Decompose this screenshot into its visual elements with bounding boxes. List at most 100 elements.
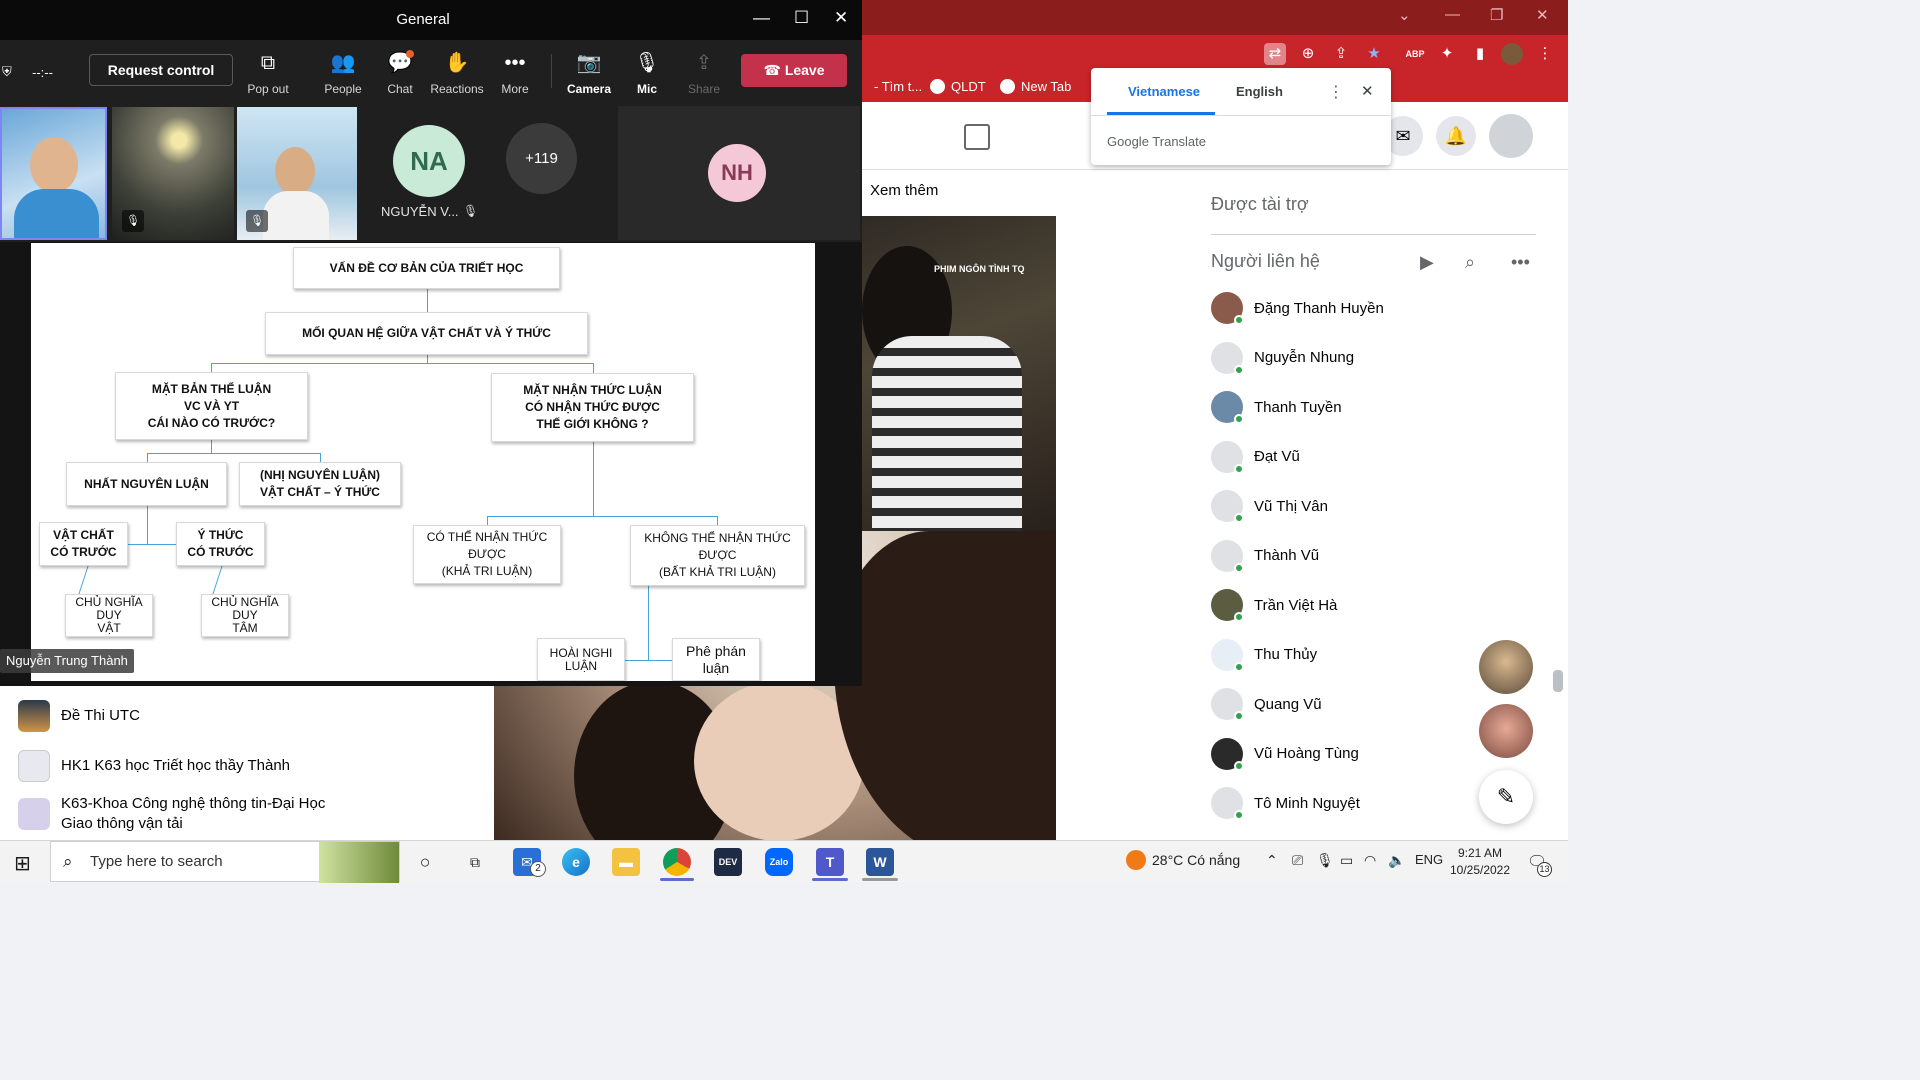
contact-name: Vũ Hoàng Tùng (1254, 745, 1359, 762)
mic-button[interactable]: 🎙 Mic (617, 50, 677, 96)
avatar (1211, 737, 1244, 771)
search-placeholder: Type here to search (90, 853, 223, 870)
contact-item[interactable]: Trần Việt Hà (1211, 585, 1511, 625)
chat-head-avatar[interactable] (1479, 640, 1533, 694)
group-item[interactable]: Đề Thi UTC (18, 700, 140, 732)
share-page-icon[interactable]: ⇪ (1330, 43, 1352, 65)
chrome-icon[interactable] (663, 848, 691, 876)
contact-item[interactable]: Đặng Thanh Huyền (1211, 288, 1511, 328)
extensions-icon[interactable]: ✦ (1436, 43, 1458, 65)
weather-widget[interactable]: 28°C Có nắng (1126, 850, 1240, 870)
devcpp-icon[interactable]: DEV (714, 848, 742, 876)
more-participants-button[interactable]: +119 (506, 123, 577, 194)
more-button[interactable]: ••• More (485, 50, 545, 96)
new-room-icon[interactable]: ▶ (1420, 252, 1434, 273)
participant-avatar[interactable]: NA (393, 125, 465, 197)
adblock-icon[interactable]: ABP (1404, 43, 1426, 65)
contact-item[interactable]: Nguyễn Nhung (1211, 338, 1511, 378)
chat-head-avatar[interactable] (1479, 704, 1533, 758)
task-view-icon[interactable]: ⧉ (461, 848, 489, 876)
group-icon (18, 798, 50, 830)
chevron-up-icon[interactable]: ⌃ (1266, 852, 1278, 869)
chrome-titlebar: ⌄ — ❐ ✕ (862, 0, 1568, 35)
avatar (1211, 589, 1244, 622)
menu-icon[interactable]: ⋮ (1534, 43, 1556, 65)
teams-icon[interactable]: T (816, 848, 844, 876)
contact-item[interactable]: Tô Minh Nguyệt (1211, 783, 1511, 823)
device-icon[interactable]: ⎚ (1292, 852, 1303, 869)
more-options-icon[interactable]: ••• (1511, 252, 1530, 273)
contact-item[interactable]: Thanh Tuyền (1211, 387, 1511, 427)
translate-icon[interactable]: ⇄ (1264, 43, 1286, 65)
minimize-icon[interactable]: — (753, 8, 770, 28)
participant-video (30, 137, 78, 193)
new-message-button[interactable]: ✎ (1479, 770, 1533, 824)
scrollbar[interactable] (1553, 670, 1563, 692)
share-button[interactable]: ⇪ Share (674, 50, 734, 96)
volume-icon[interactable]: 🔈 (1388, 852, 1405, 869)
search-highlight-image (319, 842, 399, 883)
avatar (1211, 638, 1244, 672)
contact-item[interactable]: Vũ Thị Vân (1211, 486, 1511, 526)
word-icon[interactable]: W (866, 848, 894, 876)
wifi-icon[interactable]: ◠ (1364, 852, 1376, 869)
close-icon[interactable]: ✕ (1361, 82, 1374, 100)
group-item[interactable]: HK1 K63 học Triết học thầy Thành (18, 750, 290, 782)
video-tile[interactable]: NH (618, 106, 860, 240)
video-tile[interactable]: 🎙 (112, 107, 234, 240)
file-explorer-icon[interactable]: ▬ (612, 848, 640, 876)
camera-button[interactable]: 📷 Camera (559, 50, 619, 96)
close-icon[interactable]: ✕ (834, 8, 848, 28)
edge-icon[interactable]: e (562, 848, 590, 876)
bookmark-label: - Tìm t... (874, 79, 923, 94)
more-options-icon[interactable]: ⋮ (1328, 82, 1344, 102)
contact-item[interactable]: Đạt Vũ (1211, 437, 1511, 477)
close-icon[interactable]: ✕ (1536, 6, 1549, 24)
bookmark-item[interactable]: New Tab (1000, 79, 1071, 94)
contact-item[interactable]: Thành Vũ (1211, 536, 1511, 576)
bookmark-item[interactable]: QLDT (930, 79, 986, 94)
zoom-icon[interactable]: ⊕ (1297, 43, 1319, 65)
people-button[interactable]: 👥 People (313, 50, 373, 96)
windows-start-icon[interactable]: ⊞ (14, 851, 31, 876)
connector-line (427, 288, 428, 313)
side-panel-icon[interactable]: ▮ (1469, 43, 1491, 65)
video-tile[interactable] (0, 107, 107, 240)
notifications-icon[interactable]: 🔔 (1436, 116, 1476, 156)
tab-english[interactable]: English (1236, 84, 1283, 99)
connector-line (211, 439, 212, 453)
request-control-button[interactable]: Request control (89, 54, 233, 86)
restore-icon[interactable]: ❐ (1490, 6, 1503, 24)
minimize-icon[interactable]: — (1445, 6, 1460, 23)
cortana-icon[interactable]: ○ (411, 848, 439, 876)
microphone-icon[interactable]: 🎙 (1316, 852, 1334, 869)
input-language[interactable]: ENG (1415, 852, 1443, 867)
connector-line (147, 505, 148, 545)
contact-item[interactable]: Quang Vũ (1211, 684, 1511, 724)
system-clock[interactable]: 9:21 AM 10/25/2022 (1443, 845, 1517, 879)
tab-vietnamese[interactable]: Vietnamese (1128, 84, 1200, 99)
leave-button[interactable]: ☎ Leave (741, 54, 847, 87)
feed-video-thumbnail[interactable]: PHIM NGÔN TÌNH TQ (862, 216, 1056, 531)
search-icon[interactable]: ⌕ (1465, 252, 1475, 273)
zalo-icon[interactable]: Zalo (765, 848, 793, 876)
account-avatar[interactable] (1489, 114, 1533, 158)
taskbar-search[interactable]: ⌕ Type here to search (50, 841, 400, 883)
more-icon: ••• (504, 52, 526, 74)
profile-avatar[interactable] (1501, 43, 1523, 65)
pop-out-button[interactable]: ⧉ Pop out (238, 50, 298, 96)
chevron-down-icon[interactable]: ⌄ (1398, 6, 1411, 24)
group-item[interactable]: K63-Khoa Công nghệ thông tin-Đại Học Gia… (18, 794, 331, 834)
reactions-button[interactable]: ✋ Reactions (427, 50, 487, 96)
chat-button[interactable]: 💬 Chat (370, 50, 430, 96)
see-more-link[interactable]: Xem thêm (870, 182, 938, 199)
contact-item[interactable]: Thu Thủy (1211, 635, 1511, 675)
bookmark-item[interactable]: - Tìm t... (874, 79, 922, 94)
battery-icon[interactable]: ▭ (1340, 852, 1353, 869)
maximize-icon[interactable]: ☐ (794, 8, 809, 28)
bookmark-star-icon[interactable]: ★ (1363, 43, 1385, 65)
video-tile[interactable]: 🎙 (237, 107, 357, 240)
gaming-icon[interactable] (964, 124, 990, 150)
chat-icon: 💬 (387, 50, 414, 74)
contact-item[interactable]: Vũ Hoàng Tùng (1211, 734, 1511, 774)
